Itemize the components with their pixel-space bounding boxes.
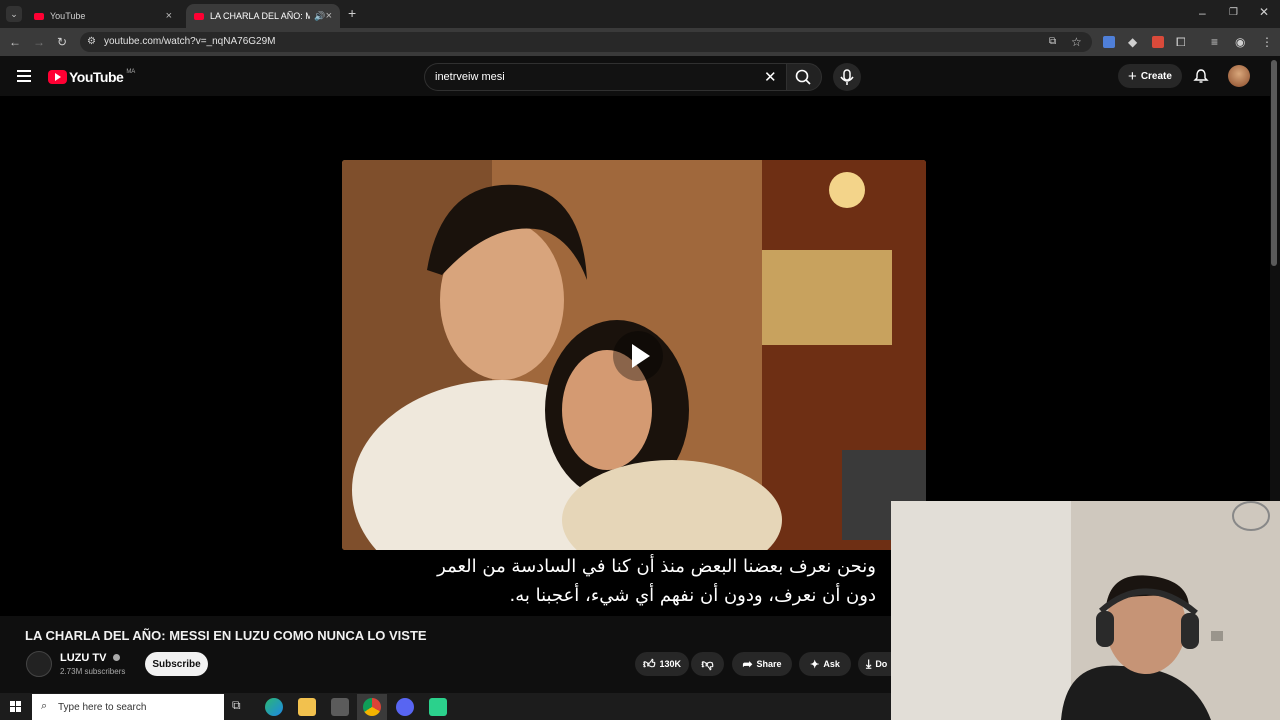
verified-badge-icon — [112, 654, 120, 661]
play-icon — [632, 344, 650, 368]
notifications-bell-icon[interactable] — [1193, 68, 1209, 84]
download-icon: ⤓ — [866, 656, 872, 671]
video-title: LA CHARLA DEL AÑO: MESSI EN LUZU COMO NU… — [25, 628, 427, 643]
edge-browser-icon[interactable] — [265, 698, 283, 716]
site-info-icon[interactable]: ⚙ — [87, 35, 96, 49]
youtube-logo[interactable]: YouTube MA — [48, 69, 135, 85]
youtube-play-logo-icon — [48, 70, 67, 84]
plus-icon: + — [1128, 67, 1137, 85]
youtube-wordmark: YouTube — [69, 69, 124, 85]
ask-button[interactable]: ✦ Ask — [799, 652, 851, 676]
channel-avatar[interactable] — [26, 651, 52, 677]
youtube-favicon-icon — [34, 12, 44, 20]
play-button[interactable] — [613, 331, 663, 381]
close-tab-icon[interactable]: × — [326, 10, 332, 22]
new-tab-button[interactable]: + — [348, 6, 356, 20]
hamburger-menu-icon[interactable] — [17, 70, 31, 82]
ask-label: Ask — [823, 659, 840, 669]
install-app-icon[interactable]: ⧉ — [1049, 35, 1056, 49]
clear-search-icon[interactable]: ✕ — [764, 68, 777, 86]
thumbs-down-icon: 👎︎ — [701, 656, 714, 671]
channel-name[interactable]: LUZU TV — [60, 652, 120, 664]
video-subtitles: ونحن نعرف بعضنا البعض منذ أن كنا في السا… — [436, 552, 876, 610]
search-icon — [795, 69, 811, 85]
close-tab-icon[interactable]: × — [166, 10, 172, 22]
dislike-button[interactable]: 👎︎ — [691, 652, 724, 676]
discord-icon[interactable] — [396, 698, 414, 716]
share-button[interactable]: ➦ Share — [732, 652, 792, 676]
media-control-icon[interactable]: ≡ — [1211, 35, 1218, 49]
search-input[interactable] — [435, 68, 755, 86]
sparkle-icon: ✦ — [810, 658, 820, 671]
minimize-button[interactable]: – — [1199, 6, 1206, 20]
taskbar-search-box[interactable]: ⌕ Type here to search — [32, 694, 224, 720]
taskbar-search-placeholder: Type here to search — [58, 701, 147, 713]
restore-button[interactable]: ❐ — [1229, 6, 1238, 20]
subscribe-button[interactable]: Subscribe — [145, 652, 208, 676]
back-arrow-icon[interactable]: ← — [9, 35, 21, 49]
channel-name-text: LUZU TV — [60, 652, 107, 664]
forward-arrow-icon[interactable]: → — [33, 35, 45, 49]
share-label: Share — [756, 659, 782, 669]
search-box[interactable] — [424, 63, 786, 91]
thumbs-up-icon: 👍︎ — [642, 656, 656, 671]
search-button[interactable] — [786, 63, 822, 91]
tab-list-button[interactable]: ⌄ — [6, 6, 22, 22]
windows-start-icon[interactable] — [10, 701, 21, 712]
close-window-button[interactable]: ✕ — [1259, 5, 1269, 19]
youtube-favicon-icon — [194, 12, 204, 20]
like-button[interactable]: 👍︎ 130K — [635, 652, 689, 676]
extensions-puzzle-icon[interactable]: ⧠ — [1176, 35, 1186, 49]
webcam-feed-image — [891, 501, 1280, 720]
region-code: MA — [126, 69, 136, 75]
tab-title: LA CHARLA DEL AÑO: MES — [210, 11, 310, 21]
like-count: 130K — [659, 659, 682, 669]
search-icon: ⌕ — [41, 700, 48, 712]
subtitle-line: ونحن نعرف بعضنا البعض منذ أن كنا في السا… — [437, 556, 876, 577]
tab-title: YouTube — [50, 11, 86, 21]
url-text[interactable]: youtube.com/watch?v=_nqNA76G29M — [104, 36, 276, 47]
reload-icon[interactable]: ↻ — [57, 35, 67, 49]
page-scrollbar[interactable] — [1271, 60, 1277, 266]
subscriber-count: 2.73M subscribers — [60, 667, 126, 676]
create-label: Create — [1140, 70, 1172, 82]
download-label: Do — [875, 659, 888, 669]
subtitle-line: دون أن نعرف، ودون أن نفهم أي شيء، أعجبنا… — [509, 585, 876, 606]
audio-playing-icon[interactable]: 🔊 — [314, 11, 325, 22]
store-icon[interactable] — [331, 698, 349, 716]
file-explorer-icon[interactable] — [298, 698, 316, 716]
share-arrow-icon: ➦ — [742, 657, 753, 671]
chrome-icon[interactable] — [363, 698, 381, 716]
account-avatar[interactable] — [1228, 65, 1250, 87]
task-view-icon[interactable]: ⧉ — [232, 698, 250, 716]
translate-extension-icon[interactable] — [1103, 36, 1115, 48]
download-button[interactable]: ⤓ Do — [858, 652, 891, 676]
extension-diamond-icon[interactable]: ◆ — [1128, 35, 1137, 49]
webcam-overlay — [891, 501, 1280, 720]
bookmark-star-icon[interactable]: ☆ — [1071, 35, 1082, 49]
microphone-icon — [840, 69, 854, 85]
app-icon[interactable] — [429, 698, 447, 716]
profile-icon[interactable]: ◉ — [1235, 35, 1245, 49]
create-button[interactable]: + Create — [1118, 64, 1182, 88]
extension-red-icon[interactable] — [1152, 36, 1164, 48]
voice-search-button[interactable] — [833, 63, 861, 91]
tab-video[interactable]: LA CHARLA DEL AÑO: MES 🔊 × — [186, 4, 340, 28]
menu-kebab-icon[interactable]: ⋮ — [1261, 35, 1273, 49]
tab-youtube[interactable]: YouTube × — [26, 4, 180, 28]
